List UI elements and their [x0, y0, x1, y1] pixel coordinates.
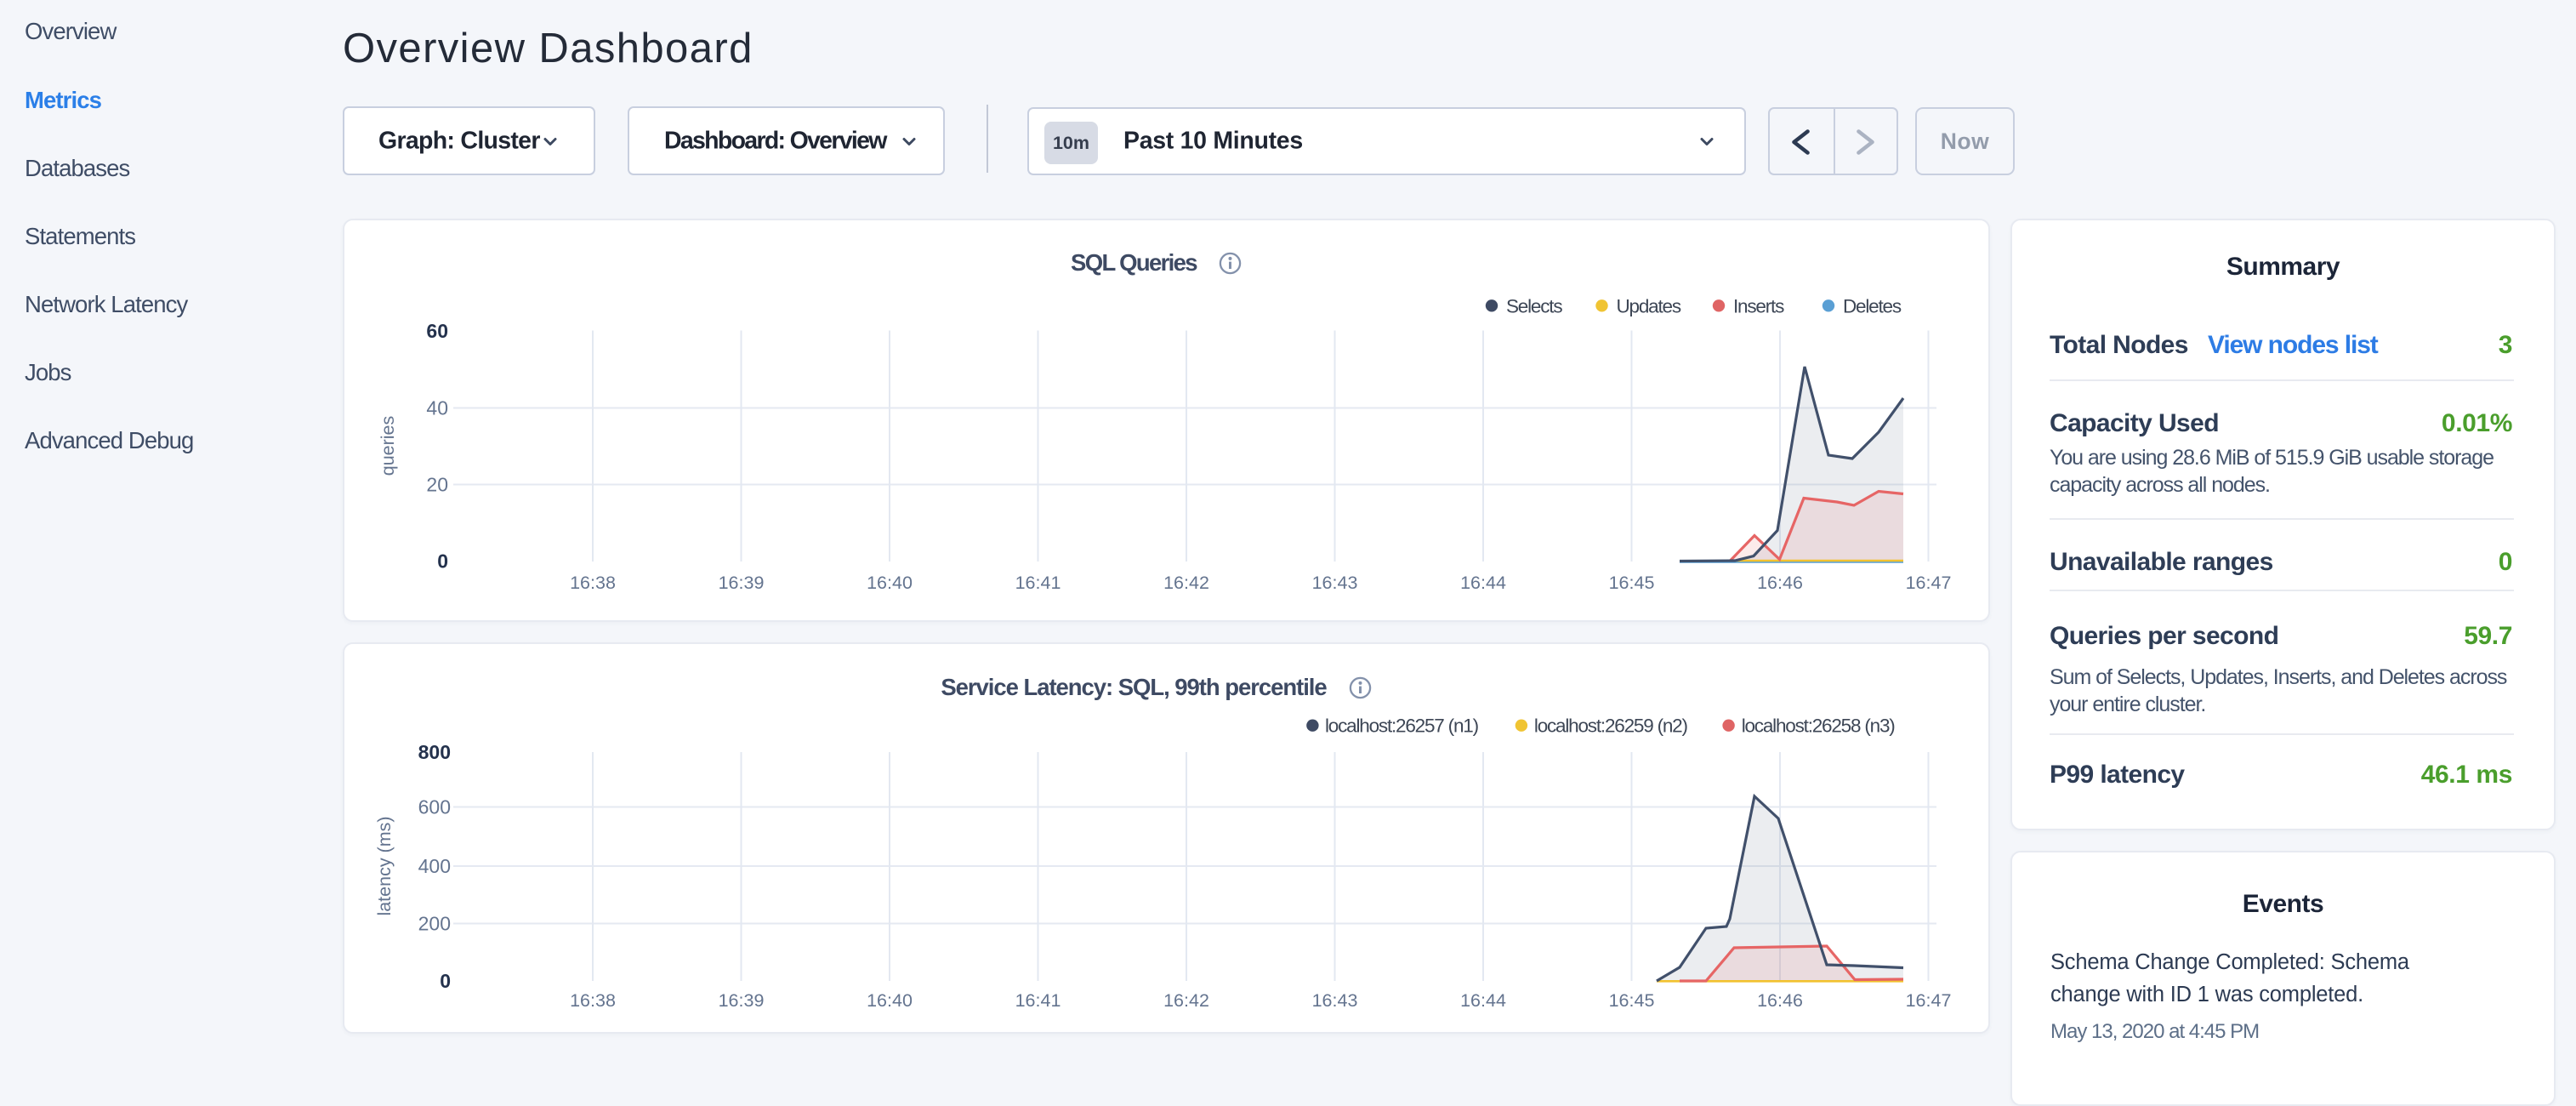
- svg-text:16:38: 16:38: [570, 573, 616, 593]
- svg-text:localhost:26259 (n2): localhost:26259 (n2): [1534, 715, 1688, 737]
- svg-text:600: 600: [418, 796, 451, 818]
- svg-text:16:43: 16:43: [1312, 990, 1358, 1011]
- svg-text:queries: queries: [378, 416, 398, 476]
- svg-text:localhost:26257 (n1): localhost:26257 (n1): [1325, 715, 1479, 737]
- svg-text:Deletes: Deletes: [1843, 295, 1902, 316]
- svg-text:localhost:26258 (n3): localhost:26258 (n3): [1742, 715, 1896, 737]
- svg-text:16:44: 16:44: [1460, 990, 1506, 1011]
- svg-text:16:41: 16:41: [1015, 573, 1061, 593]
- svg-text:16:43: 16:43: [1312, 573, 1358, 593]
- svg-text:16:40: 16:40: [867, 573, 913, 593]
- svg-text:16:42: 16:42: [1163, 573, 1209, 593]
- svg-text:16:45: 16:45: [1609, 990, 1655, 1011]
- svg-text:16:47: 16:47: [1906, 990, 1952, 1011]
- svg-text:latency (ms): latency (ms): [374, 816, 395, 915]
- svg-text:16:39: 16:39: [719, 990, 765, 1011]
- svg-text:40: 40: [426, 397, 448, 419]
- svg-text:16:42: 16:42: [1163, 990, 1209, 1011]
- svg-text:0: 0: [437, 550, 448, 573]
- svg-text:16:41: 16:41: [1015, 990, 1061, 1011]
- svg-text:16:47: 16:47: [1906, 573, 1952, 593]
- svg-text:16:44: 16:44: [1460, 573, 1506, 593]
- svg-text:Inserts: Inserts: [1733, 295, 1784, 316]
- svg-text:Selects: Selects: [1506, 295, 1562, 316]
- svg-text:400: 400: [418, 855, 451, 877]
- svg-text:16:46: 16:46: [1757, 573, 1803, 593]
- svg-text:16:46: 16:46: [1757, 990, 1803, 1011]
- svg-text:Updates: Updates: [1617, 295, 1681, 316]
- svg-text:16:40: 16:40: [867, 990, 913, 1011]
- svg-text:800: 800: [418, 741, 451, 763]
- svg-text:60: 60: [426, 320, 448, 342]
- svg-text:20: 20: [426, 474, 448, 496]
- svg-text:200: 200: [418, 913, 451, 935]
- svg-text:0: 0: [440, 970, 451, 992]
- svg-text:16:38: 16:38: [570, 990, 616, 1011]
- svg-text:16:39: 16:39: [719, 573, 765, 593]
- svg-text:16:45: 16:45: [1609, 573, 1655, 593]
